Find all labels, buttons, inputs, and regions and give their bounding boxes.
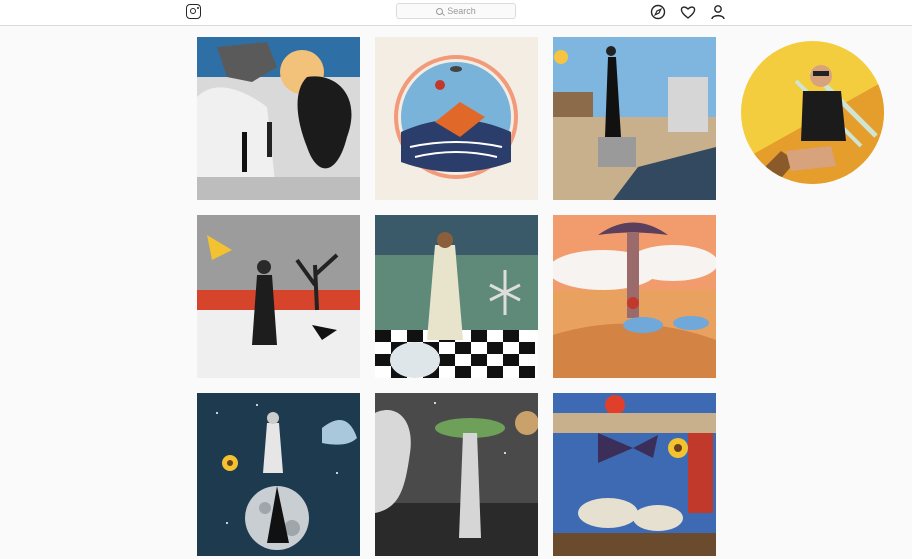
collage-mushroom-desert <box>553 215 716 378</box>
post-thumbnail-4[interactable] <box>197 215 360 378</box>
avatar[interactable] <box>741 41 884 184</box>
explore-compass-icon[interactable] <box>650 4 666 20</box>
post-thumbnail-6[interactable] <box>553 215 716 378</box>
search-input[interactable]: Search <box>396 3 516 19</box>
collage-butterfly-circle <box>375 37 538 200</box>
post-thumbnail-9[interactable] <box>553 393 716 556</box>
collage-moon-jellyfish-sunflower <box>197 393 360 556</box>
collage-statue-baobab <box>375 393 538 556</box>
search-placeholder: Search <box>447 6 476 16</box>
top-navigation-bar: Search <box>0 0 912 26</box>
collage-woman-castle <box>553 37 716 200</box>
activity-heart-icon[interactable] <box>680 4 696 20</box>
instagram-icon[interactable] <box>186 4 201 19</box>
post-thumbnail-2[interactable] <box>375 37 538 200</box>
post-thumbnail-5[interactable] <box>375 215 538 378</box>
search-icon <box>436 7 444 15</box>
profile-person-icon[interactable] <box>710 4 726 20</box>
collage-white-rocks-tree <box>197 37 360 200</box>
collage-woman-butterfly-trees <box>197 215 360 378</box>
collage-butterfly-sheep-sunflower <box>553 393 716 556</box>
collage-figure-windmills-checkerboard <box>375 215 538 378</box>
post-thumbnail-1[interactable] <box>197 37 360 200</box>
post-thumbnail-8[interactable] <box>375 393 538 556</box>
avatar-photo <box>741 41 884 184</box>
post-thumbnail-3[interactable] <box>553 37 716 200</box>
post-thumbnail-7[interactable] <box>197 393 360 556</box>
